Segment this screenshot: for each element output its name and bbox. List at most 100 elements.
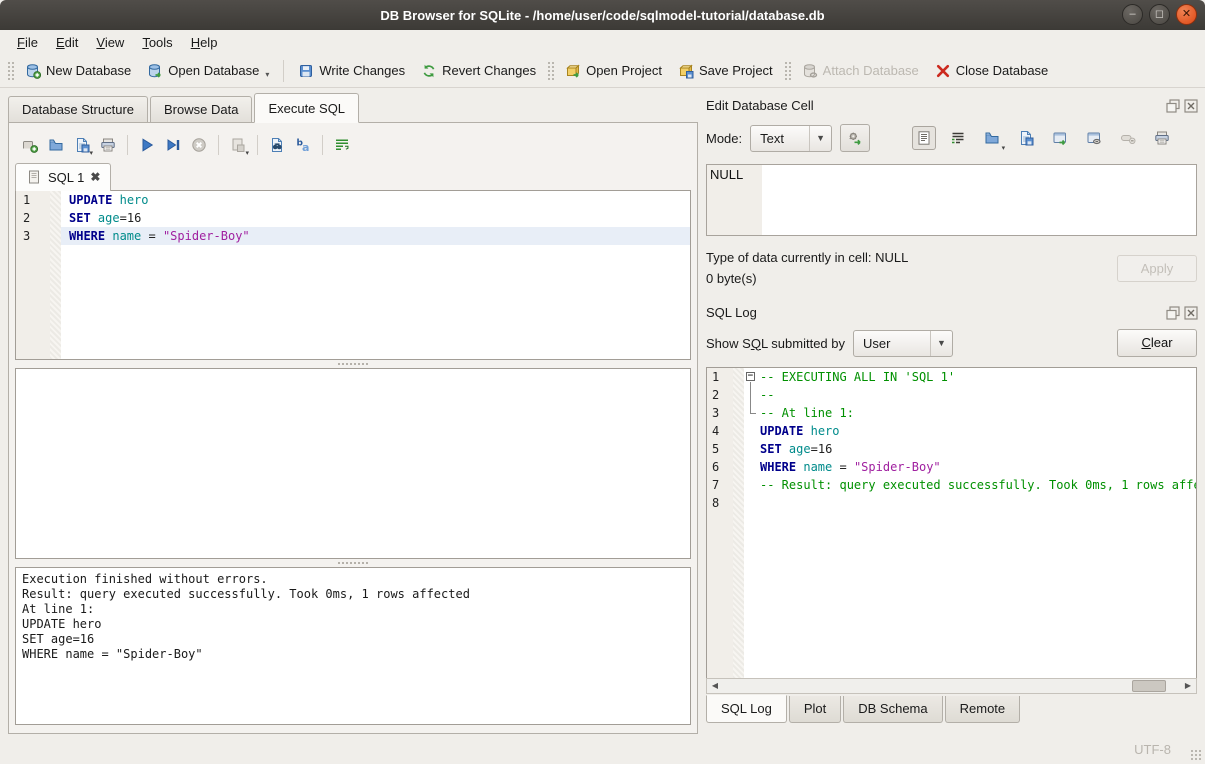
maximize-icon[interactable]: ◻ <box>1149 4 1170 25</box>
open-database-icon <box>147 63 163 79</box>
toolbar-button-label: Attach Database <box>823 63 919 78</box>
resize-grip[interactable] <box>1190 749 1202 761</box>
print-icon[interactable] <box>97 134 119 156</box>
dock-float-icon[interactable] <box>1165 98 1179 112</box>
clear-button[interactable]: Clear <box>1117 329 1197 357</box>
code-line: UPDATE hero <box>61 191 690 209</box>
main-area: Database StructureBrowse DataExecute SQL… <box>0 88 1205 734</box>
menu-help[interactable]: Help <box>182 33 227 52</box>
toolbar-separator <box>218 135 219 155</box>
chevron-down-icon: ▼ <box>809 126 831 151</box>
save-project-button[interactable]: Save Project <box>670 59 781 83</box>
sql-tab-label: SQL 1 <box>48 170 84 185</box>
chevron-down-icon[interactable]: ▾ <box>265 70 269 79</box>
menu-view[interactable]: View <box>87 33 133 52</box>
write-changes-button[interactable]: Write Changes <box>290 59 413 83</box>
replace-icon[interactable]: ba <box>292 134 314 156</box>
find-icon[interactable] <box>266 134 288 156</box>
open-database-button[interactable]: Open Database▾ <box>139 59 277 83</box>
sql-tab[interactable]: SQL 1 ✖ <box>15 163 111 191</box>
auto-apply-button[interactable] <box>840 124 870 152</box>
new-database-button[interactable]: New Database <box>17 59 139 83</box>
line-number: 7 <box>707 476 733 494</box>
dock-close-icon[interactable] <box>1183 305 1197 319</box>
editor-results-splitter[interactable] <box>15 360 691 368</box>
submitter-select[interactable]: User ▼ <box>853 330 953 357</box>
tab-browse-data[interactable]: Browse Data <box>150 96 252 123</box>
menu-edit[interactable]: Edit <box>47 33 87 52</box>
mode-value: Text <box>760 131 800 146</box>
dock-close-icon[interactable] <box>1183 98 1197 112</box>
execute-all-icon[interactable] <box>136 134 158 156</box>
dock-tab-remote[interactable]: Remote <box>945 696 1021 723</box>
open-project-button[interactable]: Open Project <box>557 59 670 83</box>
close-database-button[interactable]: Close Database <box>927 59 1057 83</box>
save-sql-file-icon[interactable]: ▾ <box>71 134 93 156</box>
revert-changes-button[interactable]: Revert Changes <box>413 59 544 83</box>
cell-editor[interactable]: NULL <box>706 164 1197 236</box>
dock-tab-sql-log[interactable]: SQL Log <box>706 695 787 723</box>
new-database-icon <box>25 63 41 79</box>
mode-select[interactable]: Text ▼ <box>750 125 832 152</box>
dock-tab-plot[interactable]: Plot <box>789 696 841 723</box>
cell-size-info: 0 byte(s) <box>706 268 1117 289</box>
apply-button: Apply <box>1117 255 1197 282</box>
tab-database-structure[interactable]: Database Structure <box>8 96 148 123</box>
tab-execute-sql[interactable]: Execute SQL <box>254 93 359 123</box>
dock-tab-db-schema[interactable]: DB Schema <box>843 696 942 723</box>
cell-print-icon[interactable] <box>1150 126 1174 150</box>
log-line: Execution finished without errors. <box>22 572 684 587</box>
open-external-icon[interactable] <box>1048 126 1072 150</box>
right-dock: Edit Database Cell Mode: Text ▼ ▾ NULL T… <box>698 92 1205 734</box>
log-line: At line 1: <box>22 602 684 617</box>
toolbar-handle[interactable] <box>547 61 554 81</box>
open-url-icon[interactable] <box>1082 126 1106 150</box>
execute-current-line-icon[interactable] <box>162 134 184 156</box>
scrollbar-thumb[interactable] <box>1132 680 1166 692</box>
toolbar-button-label: New Database <box>46 63 131 78</box>
open-sql-file-icon[interactable] <box>45 134 67 156</box>
sql-tab-close-icon[interactable]: ✖ <box>90 170 100 184</box>
menu-tools[interactable]: Tools <box>133 33 181 52</box>
sql-log-title: SQL Log <box>706 305 1161 320</box>
execution-message-log: Execution finished without errors.Result… <box>15 567 691 725</box>
results-log-splitter[interactable] <box>15 559 691 567</box>
export-file-icon[interactable] <box>1014 126 1038 150</box>
toolbar-handle[interactable] <box>784 61 791 81</box>
sql-editor-toolbar: ▾▾ba <box>15 129 691 161</box>
scroll-right-icon[interactable]: ▶ <box>1180 679 1196 693</box>
line-number: 2 <box>707 386 733 404</box>
toolbar-button-label: Open Project <box>586 63 662 78</box>
window-title: DB Browser for SQLite - /home/user/code/… <box>380 8 824 23</box>
log-horizontal-scrollbar[interactable]: ◀ ▶ <box>706 678 1197 694</box>
minimize-icon[interactable]: – <box>1122 4 1143 25</box>
sql-log-filter-row: Show SQL submitted by User ▼ Clear <box>706 327 1197 359</box>
gear-apply-icon <box>847 130 863 146</box>
edit-cell-dock-header: Edit Database Cell <box>706 94 1197 116</box>
scrollbar-track[interactable] <box>723 679 1180 693</box>
cell-editor-toolbar: ▾ <box>912 126 1174 150</box>
dock-float-icon[interactable] <box>1165 305 1179 319</box>
fold-toggle-icon[interactable]: − <box>744 368 760 386</box>
new-tab-icon[interactable] <box>19 134 41 156</box>
menu-file[interactable]: File <box>8 33 47 52</box>
toolbar-separator <box>322 135 323 155</box>
scroll-left-icon[interactable]: ◀ <box>707 679 723 693</box>
set-null-icon <box>1116 126 1140 150</box>
log-code-line: -- At line 1: <box>744 404 1196 422</box>
word-wrap-icon[interactable] <box>331 134 353 156</box>
edit-cell-title: Edit Database Cell <box>706 98 1161 113</box>
text-view-icon[interactable] <box>912 126 936 150</box>
log-line-numbers: 12345678 <box>707 368 733 678</box>
fold-guide <box>744 476 760 494</box>
toolbar-handle[interactable] <box>7 61 14 81</box>
editor-code-area[interactable]: UPDATE heroSET age=16WHERE name = "Spide… <box>61 191 690 359</box>
cell-word-wrap-icon[interactable] <box>946 126 970 150</box>
import-file-icon[interactable]: ▾ <box>980 126 1004 150</box>
fold-guide <box>744 422 760 440</box>
close-icon[interactable]: ✕ <box>1176 4 1197 25</box>
toolbar-button-label: Save Project <box>699 63 773 78</box>
sql-subtab-bar: SQL 1 ✖ <box>15 161 691 190</box>
results-grid[interactable] <box>15 368 691 559</box>
execute-sql-panel: ▾▾ba SQL 1 ✖ 123 UPDATE heroSET age=16WH… <box>8 122 698 734</box>
